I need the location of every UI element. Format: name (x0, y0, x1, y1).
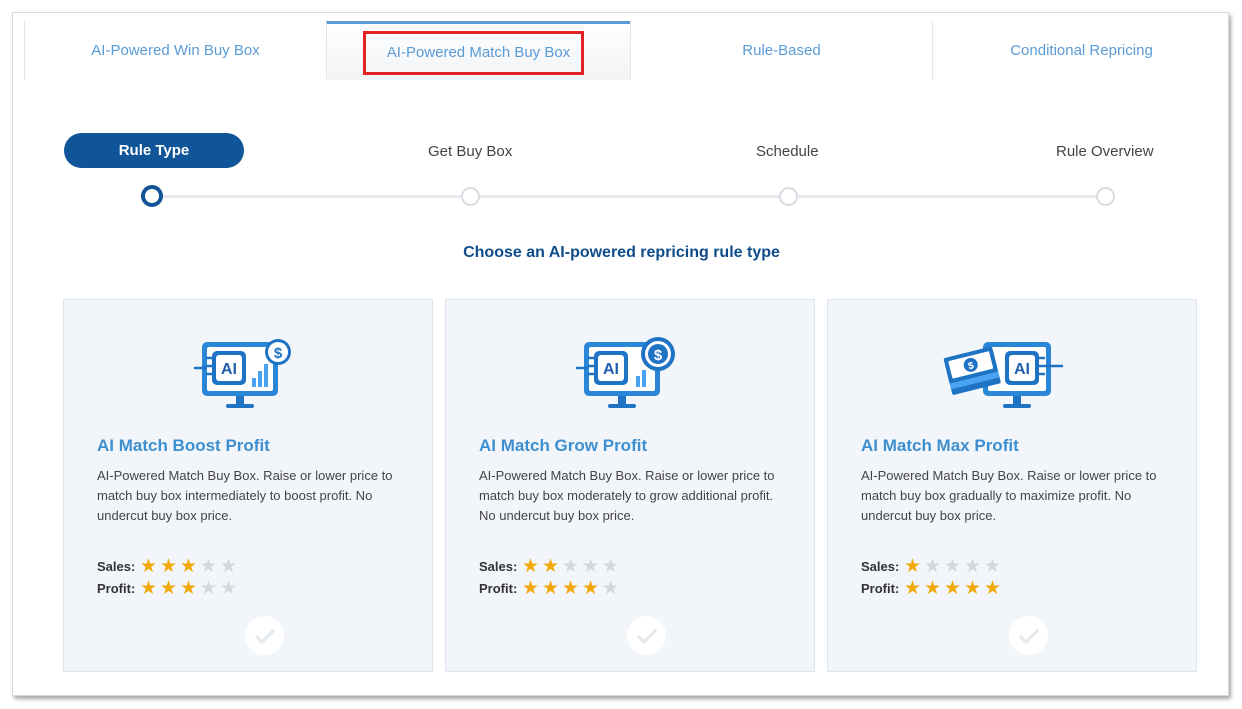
star-filled-icon: ★ (180, 577, 198, 599)
step-dot-get-buy-box[interactable] (461, 187, 480, 206)
card-title: AI Match Boost Profit (97, 436, 270, 455)
star-filled-icon: ★ (160, 555, 178, 577)
ai-monitor-dollar-coin-icon: AI $ (576, 337, 675, 408)
profit-label: Profit: (861, 581, 900, 596)
star-empty-icon: ★ (562, 555, 580, 577)
step-dot-rule-overview[interactable] (1096, 187, 1115, 206)
star-filled-icon: ★ (582, 577, 600, 599)
star-filled-icon: ★ (562, 577, 580, 599)
card-ai-match-max-profit[interactable]: AI $ AI Match Max Profit AI-Powered Matc… (827, 299, 1197, 672)
ai-monitor-dollar-chart-icon: AI $ (194, 339, 291, 408)
star-empty-icon: ★ (924, 555, 942, 577)
star-filled-icon: ★ (904, 555, 922, 577)
star-filled-icon: ★ (984, 577, 1002, 599)
sales-stars: ★ ★ ★ ★ ★ (140, 557, 240, 576)
select-check-icon[interactable] (245, 616, 284, 655)
star-filled-icon: ★ (522, 555, 540, 577)
card-title: AI Match Max Profit (861, 436, 1019, 455)
sales-rating: Sales: ★ ★ ★ ★ ★ (97, 557, 240, 576)
sales-label: Sales: (479, 559, 518, 574)
stepper-track (153, 195, 1106, 198)
star-filled-icon: ★ (964, 577, 982, 599)
sales-stars: ★ ★ ★ ★ ★ (904, 557, 1004, 576)
sales-label: Sales: (97, 559, 136, 574)
profit-stars: ★ ★ ★ ★ ★ (140, 579, 240, 598)
card-description: AI-Powered Match Buy Box. Raise or lower… (97, 468, 393, 523)
profit-rating: Profit: ★ ★ ★ ★ ★ (479, 579, 622, 598)
wizard-stepper: Rule Type Get Buy Box Schedule Rule Over… (13, 133, 1228, 213)
star-filled-icon: ★ (542, 555, 560, 577)
sales-rating: Sales: ★ ★ ★ ★ ★ (479, 557, 622, 576)
star-filled-icon: ★ (522, 577, 540, 599)
tab-label: AI-Powered Match Buy Box (386, 43, 571, 61)
svg-text:AI: AI (603, 361, 619, 378)
card-description: AI-Powered Match Buy Box. Raise or lower… (861, 468, 1157, 523)
star-filled-icon: ★ (542, 577, 560, 599)
section-heading: Choose an AI-powered repricing rule type (463, 244, 780, 261)
star-filled-icon: ★ (140, 555, 158, 577)
card-title: AI Match Grow Profit (479, 436, 648, 455)
star-filled-icon: ★ (180, 555, 198, 577)
card-ai-match-boost-profit[interactable]: AI $ AI Match Boost Profit AI-Powered Ma… (63, 299, 433, 672)
star-empty-icon: ★ (964, 555, 982, 577)
profit-stars: ★ ★ ★ ★ ★ (522, 579, 622, 598)
step-dot-schedule[interactable] (779, 187, 798, 206)
star-filled-icon: ★ (140, 577, 158, 599)
star-empty-icon: ★ (602, 577, 620, 599)
svg-text:$: $ (274, 345, 283, 362)
rule-wizard-panel: AI-Powered Win Buy Box AI-Powered Match … (12, 12, 1229, 696)
tab-label: AI-Powered Win Buy Box (91, 42, 260, 59)
tab-label: Rule-Based (742, 42, 821, 59)
step-rule-type[interactable]: Rule Type (64, 133, 244, 168)
star-filled-icon: ★ (944, 577, 962, 599)
star-filled-icon: ★ (924, 577, 942, 599)
star-empty-icon: ★ (944, 555, 962, 577)
card-description: AI-Powered Match Buy Box. Raise or lower… (479, 468, 775, 523)
star-empty-icon: ★ (220, 555, 238, 577)
svg-text:AI: AI (221, 361, 237, 378)
step-get-buy-box[interactable]: Get Buy Box (428, 143, 512, 160)
tab-label: Conditional Repricing (1010, 42, 1153, 59)
svg-text:AI: AI (1014, 361, 1030, 378)
sales-label: Sales: (861, 559, 900, 574)
profit-rating: Profit: ★ ★ ★ ★ ★ (861, 579, 1004, 598)
step-rule-overview[interactable]: Rule Overview (1056, 143, 1154, 160)
select-check-icon[interactable] (627, 616, 666, 655)
star-empty-icon: ★ (220, 577, 238, 599)
star-filled-icon: ★ (160, 577, 178, 599)
sales-stars: ★ ★ ★ ★ ★ (522, 557, 622, 576)
step-schedule[interactable]: Schedule (756, 143, 819, 160)
profit-stars: ★ ★ ★ ★ ★ (904, 579, 1004, 598)
svg-text:$: $ (654, 347, 663, 364)
step-dot-rule-type[interactable] (141, 185, 163, 207)
tab-conditional-repricing[interactable]: Conditional Repricing (932, 21, 1228, 80)
profit-rating: Profit: ★ ★ ★ ★ ★ (97, 579, 240, 598)
star-empty-icon: ★ (984, 555, 1002, 577)
star-empty-icon: ★ (200, 577, 218, 599)
select-check-icon[interactable] (1009, 616, 1048, 655)
rule-category-tabs: AI-Powered Win Buy Box AI-Powered Match … (24, 21, 1228, 80)
tab-ai-win-buy-box[interactable]: AI-Powered Win Buy Box (24, 21, 326, 80)
profit-label: Profit: (97, 581, 136, 596)
ai-monitor-cash-stack-icon: AI $ (943, 342, 1063, 408)
profit-label: Profit: (479, 581, 518, 596)
card-ai-match-grow-profit[interactable]: AI $ AI Match Grow Profit AI-Powered Mat… (445, 299, 815, 672)
tab-ai-match-buy-box[interactable]: AI-Powered Match Buy Box (326, 21, 630, 80)
star-empty-icon: ★ (602, 555, 620, 577)
sales-rating: Sales: ★ ★ ★ ★ ★ (861, 557, 1004, 576)
star-filled-icon: ★ (904, 577, 922, 599)
star-empty-icon: ★ (200, 555, 218, 577)
star-empty-icon: ★ (582, 555, 600, 577)
tab-rule-based[interactable]: Rule-Based (630, 21, 932, 80)
